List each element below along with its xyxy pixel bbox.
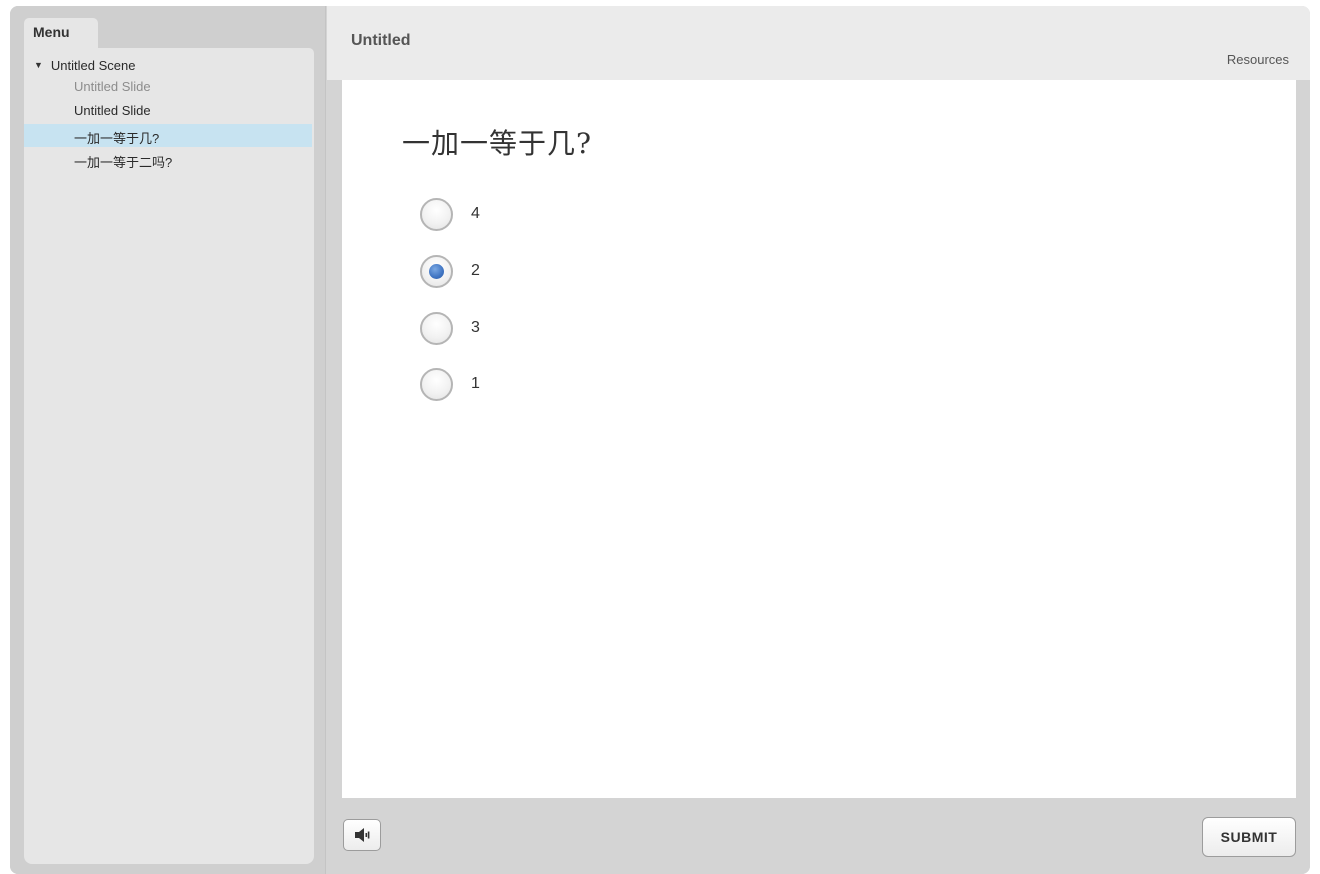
player-frame: Menu ▼ Untitled Scene Untitled Slide Unt… [10,6,1310,874]
choice-label: 2 [471,262,480,279]
slide-canvas: 一加一等于几? 4 2 3 1 [342,80,1296,798]
choice-label: 4 [471,205,480,222]
choice-label: 3 [471,319,480,336]
page-title: Untitled [351,32,411,49]
footer-bar: SUBMIT [327,798,1310,874]
caret-down-icon[interactable]: ▼ [34,60,43,70]
resources-link[interactable]: Resources [1227,52,1289,67]
choice-option[interactable]: 3 [420,310,660,346]
scene-label: Untitled Scene [50,57,136,73]
sidebar: Menu ▼ Untitled Scene Untitled Slide Unt… [10,6,326,874]
menu-panel: ▼ Untitled Scene Untitled Slide Untitled… [24,48,314,864]
sidebar-item-slide-3[interactable]: 一加一等于几? [24,124,312,147]
radio-button[interactable] [420,311,453,345]
menu-tab[interactable]: Menu [24,18,98,48]
submit-button[interactable]: SUBMIT [1202,817,1296,857]
sidebar-item-slide-2[interactable]: Untitled Slide [24,99,312,122]
radio-button[interactable] [420,254,453,288]
question-text: 一加一等于几? [402,127,593,160]
radio-button[interactable] [420,197,453,231]
header: Untitled Resources [327,6,1310,80]
tree-scene[interactable]: ▼ Untitled Scene [34,56,135,74]
choice-label: 1 [471,375,480,392]
choice-option[interactable]: 4 [420,196,660,232]
speaker-icon [355,828,370,842]
audio-button[interactable] [343,819,381,851]
choice-option[interactable]: 1 [420,366,660,402]
sidebar-item-slide-1[interactable]: Untitled Slide [24,75,312,98]
sidebar-item-slide-4[interactable]: 一加一等于二吗? [24,148,312,171]
choice-option[interactable]: 2 [420,253,660,289]
radio-button[interactable] [420,367,453,401]
